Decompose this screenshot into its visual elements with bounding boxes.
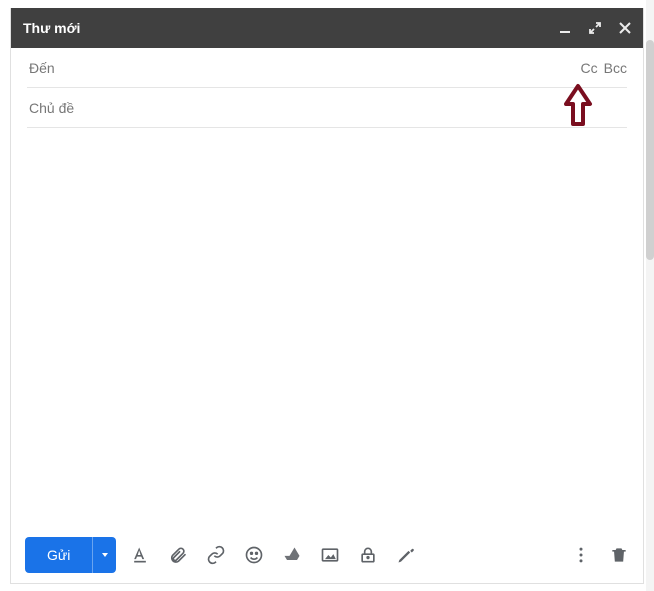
fullscreen-icon[interactable] bbox=[587, 20, 603, 36]
trash-icon[interactable] bbox=[609, 545, 629, 565]
right-tools bbox=[571, 545, 629, 565]
compose-window: Thư mới Cc Bcc bbox=[10, 8, 644, 584]
compose-fields: Cc Bcc bbox=[11, 48, 643, 128]
format-text-icon[interactable] bbox=[130, 545, 150, 565]
toolbar bbox=[130, 545, 416, 565]
subject-input[interactable] bbox=[27, 99, 627, 117]
compose-header: Thư mới bbox=[11, 8, 643, 48]
send-button[interactable]: Gửi bbox=[25, 537, 92, 573]
send-more-button[interactable] bbox=[92, 537, 116, 573]
window-controls bbox=[557, 20, 633, 36]
pen-icon[interactable] bbox=[396, 545, 416, 565]
drive-icon[interactable] bbox=[282, 545, 302, 565]
scrollbar[interactable] bbox=[646, 0, 654, 591]
more-icon[interactable] bbox=[571, 545, 591, 565]
compose-body[interactable] bbox=[11, 128, 643, 527]
confidential-icon[interactable] bbox=[358, 545, 378, 565]
cc-toggle[interactable]: Cc bbox=[581, 60, 598, 76]
compose-title: Thư mới bbox=[23, 20, 557, 36]
close-icon[interactable] bbox=[617, 20, 633, 36]
emoji-icon[interactable] bbox=[244, 545, 264, 565]
link-icon[interactable] bbox=[206, 545, 226, 565]
image-icon[interactable] bbox=[320, 545, 340, 565]
to-row: Cc Bcc bbox=[27, 48, 627, 88]
minimize-icon[interactable] bbox=[557, 20, 573, 36]
cc-bcc-toggles: Cc Bcc bbox=[581, 60, 627, 76]
compose-footer: Gửi bbox=[11, 527, 643, 583]
subject-row bbox=[27, 88, 627, 128]
bcc-toggle[interactable]: Bcc bbox=[604, 60, 627, 76]
send-group: Gửi bbox=[25, 537, 116, 573]
attach-icon[interactable] bbox=[168, 545, 188, 565]
scrollbar-thumb[interactable] bbox=[646, 40, 654, 260]
to-input[interactable] bbox=[27, 59, 581, 77]
